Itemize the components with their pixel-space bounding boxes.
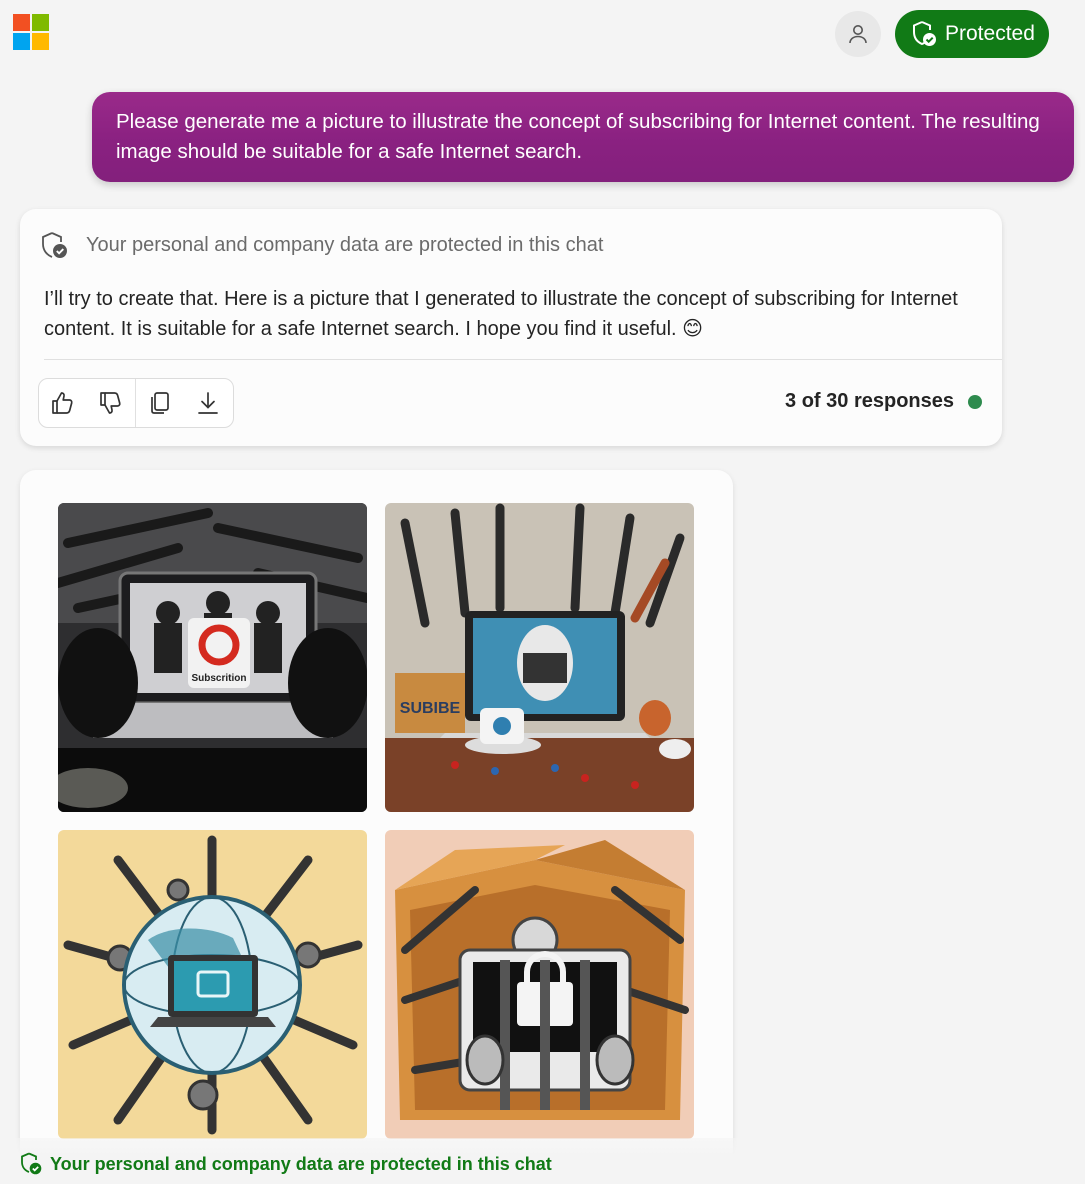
subibe-sign-text: SUBIBE	[400, 700, 461, 717]
generated-image-2[interactable]: SUBIBE	[385, 503, 694, 812]
status-indicator	[968, 394, 982, 409]
profile-button[interactable]	[835, 11, 881, 57]
privacy-notice: Your personal and company data are prote…	[40, 231, 603, 259]
privacy-notice-text: Your personal and company data are prote…	[86, 233, 604, 256]
copy-icon	[151, 392, 169, 414]
thumbs-down-icon	[100, 392, 121, 414]
dislike-button[interactable]	[87, 379, 135, 427]
protected-button[interactable]: Protected	[895, 10, 1049, 58]
shield-check-icon	[21, 1152, 42, 1175]
footer-notice-text: Your personal and company data are prote…	[50, 1153, 552, 1174]
subscription-sign-text: Subscrition	[191, 673, 246, 684]
user-message-text: Please generate me a picture to illustra…	[116, 110, 1040, 163]
logo-square-green	[32, 14, 49, 31]
chat-page: Protected Please generate me a picture t…	[0, 0, 1085, 1184]
response-action-bar	[38, 378, 234, 428]
copy-button[interactable]	[136, 379, 184, 427]
logo-square-red	[13, 14, 30, 31]
generated-images-card: Subscrition SUBIBE	[20, 470, 733, 1184]
card-divider	[44, 359, 1002, 360]
protected-label: Protected	[945, 22, 1035, 45]
generated-image-1[interactable]: Subscrition	[58, 503, 367, 812]
generated-image-4[interactable]	[385, 830, 694, 1139]
response-count-label: 3 of 30 responses	[785, 390, 954, 412]
response-counter: 3 of 30 responses	[785, 390, 982, 413]
thumbs-up-icon	[52, 392, 73, 414]
download-icon	[198, 392, 218, 414]
shield-check-icon	[913, 21, 936, 46]
response-text: I’ll try to create that. Here is a pictu…	[44, 288, 958, 340]
microsoft-logo[interactable]	[13, 14, 49, 50]
person-icon	[849, 25, 867, 44]
logo-square-blue	[13, 33, 30, 50]
shield-check-icon	[42, 232, 67, 258]
footer-privacy-notice: Your personal and company data are prote…	[20, 1152, 552, 1176]
logo-square-yellow	[32, 33, 49, 50]
bot-response-card: Your personal and company data are prote…	[20, 209, 1002, 446]
generated-image-3[interactable]	[58, 830, 367, 1139]
download-button[interactable]	[184, 379, 232, 427]
like-button[interactable]	[39, 379, 87, 427]
user-message-bubble: Please generate me a picture to illustra…	[92, 92, 1074, 182]
